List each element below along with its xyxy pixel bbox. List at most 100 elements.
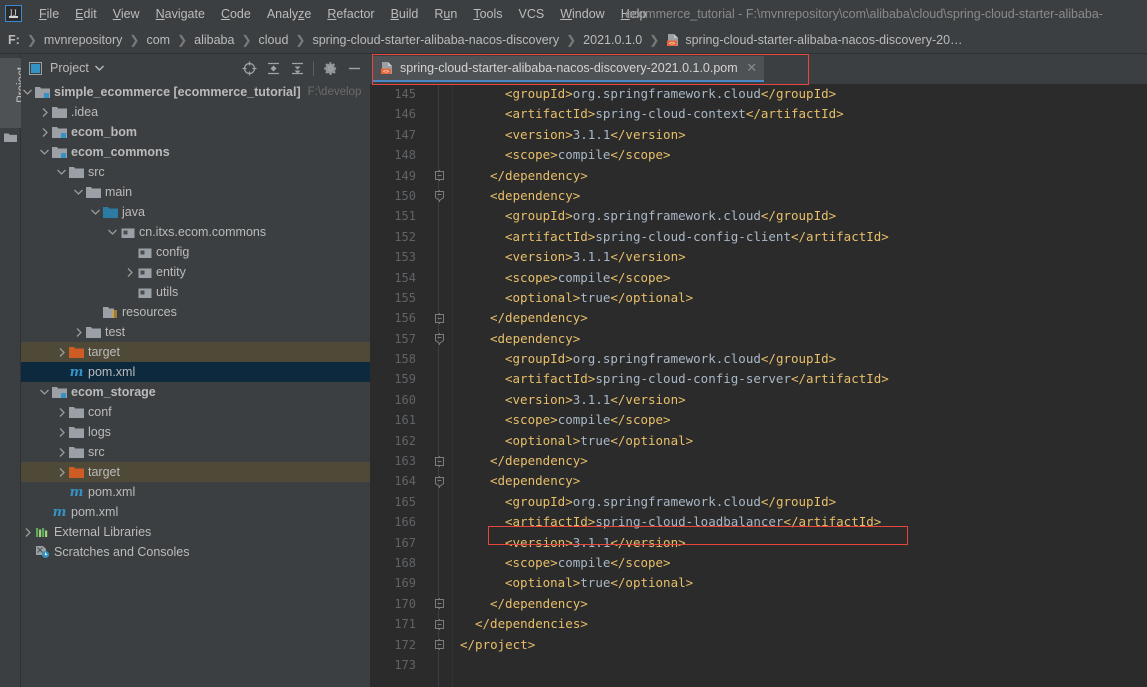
menu-item-analyze[interactable]: Analyze (259, 4, 319, 24)
scroll-from-source-icon[interactable] (239, 58, 259, 78)
tree-row-target[interactable]: target (21, 342, 370, 362)
chevron-down-icon[interactable] (94, 65, 104, 71)
tree-row-pom.xml[interactable]: m pom.xml (21, 362, 370, 382)
tree-row-main[interactable]: main (21, 182, 370, 202)
collapse-all-icon[interactable] (287, 58, 307, 78)
code-line-152[interactable]: 152 <artifactId>spring-cloud-config-clien… (370, 227, 1147, 247)
code-line-171[interactable]: 171 </dependencies> (370, 614, 1147, 634)
intellij-idea-logo-icon[interactable]: IJ (5, 5, 22, 22)
fold-start-icon[interactable] (432, 329, 446, 349)
tree-row-src[interactable]: src (21, 162, 370, 182)
tree-row-config[interactable]: config (21, 242, 370, 262)
chevron-down-icon[interactable] (72, 182, 85, 202)
chevron-down-icon[interactable] (89, 202, 102, 222)
gear-icon[interactable] (320, 58, 340, 78)
minimize-icon[interactable] (344, 58, 364, 78)
code-line-160[interactable]: 160 <version>3.1.1</version> (370, 390, 1147, 410)
code-line-167[interactable]: 167 <version>3.1.1</version> (370, 533, 1147, 553)
code-line-158[interactable]: 158 <groupId>org.springframework.cloud</g… (370, 349, 1147, 369)
chevron-right-icon[interactable] (123, 262, 136, 282)
code-editor[interactable]: 145 <groupId>org.springframework.cloud</g… (370, 84, 1147, 687)
chevron-right-icon[interactable] (55, 422, 68, 442)
project-view-selector[interactable]: Project (25, 59, 108, 77)
menu-item-code[interactable]: Code (213, 4, 259, 24)
menu-item-edit[interactable]: Edit (67, 4, 105, 24)
tree-row-conf[interactable]: conf (21, 402, 370, 422)
code-line-148[interactable]: 148 <scope>compile</scope> (370, 145, 1147, 165)
code-line-149[interactable]: 149 </dependency> (370, 166, 1147, 186)
chevron-right-icon[interactable] (55, 462, 68, 482)
tree-row-ecom_bom[interactable]: ecom_bom (21, 122, 370, 142)
chevron-right-icon[interactable] (55, 402, 68, 422)
breadcrumb-item-3[interactable]: alibaba (192, 31, 236, 49)
code-line-170[interactable]: 170 </dependency> (370, 594, 1147, 614)
code-line-151[interactable]: 151 <groupId>org.springframework.cloud</g… (370, 206, 1147, 226)
tree-row-pom.xml[interactable]: m pom.xml (21, 502, 370, 522)
breadcrumb-item-0[interactable]: F: (6, 31, 22, 49)
tree-row-.idea[interactable]: .idea (21, 102, 370, 122)
chevron-down-icon[interactable] (21, 82, 34, 102)
tool-tab-project[interactable]: Project (0, 58, 28, 128)
tree-row-test[interactable]: test (21, 322, 370, 342)
code-line-162[interactable]: 162 <optional>true</optional> (370, 431, 1147, 451)
menu-item-navigate[interactable]: Navigate (148, 4, 213, 24)
tree-row-ecom_commons[interactable]: ecom_commons (21, 142, 370, 162)
code-line-161[interactable]: 161 <scope>compile</scope> (370, 410, 1147, 430)
fold-end-icon[interactable] (432, 166, 446, 186)
code-line-173[interactable]: 173 (370, 655, 1147, 675)
breadcrumb-item-5[interactable]: spring-cloud-starter-alibaba-nacos-disco… (310, 31, 561, 49)
fold-end-icon[interactable] (432, 594, 446, 614)
tree-row-external-libraries[interactable]: External Libraries (21, 522, 370, 542)
breadcrumb-item-6[interactable]: 2021.0.1.0 (581, 31, 644, 49)
chevron-right-icon[interactable] (38, 102, 51, 122)
code-line-168[interactable]: 168 <scope>compile</scope> (370, 553, 1147, 573)
fold-end-icon[interactable] (432, 451, 446, 471)
tree-row-utils[interactable]: utils (21, 282, 370, 302)
code-line-166[interactable]: 166 <artifactId>spring-cloud-loadbalancer… (370, 512, 1147, 532)
tree-row-ecom_storage[interactable]: ecom_storage (21, 382, 370, 402)
tree-row-src[interactable]: src (21, 442, 370, 462)
code-line-164[interactable]: 164 <dependency> (370, 471, 1147, 491)
menu-item-view[interactable]: View (105, 4, 148, 24)
code-line-163[interactable]: 163 </dependency> (370, 451, 1147, 471)
code-line-172[interactable]: 172 </project> (370, 635, 1147, 655)
editor-tab-pom[interactable]: <> spring-cloud-starter-alibaba-nacos-di… (372, 56, 764, 82)
breadcrumb-item-2[interactable]: com (144, 31, 172, 49)
chevron-down-icon[interactable] (55, 162, 68, 182)
menu-item-file[interactable]: File (31, 4, 67, 24)
menu-item-run[interactable]: Run (426, 4, 465, 24)
menu-item-tools[interactable]: Tools (465, 4, 510, 24)
close-icon[interactable]: ✕ (746, 60, 758, 76)
code-line-155[interactable]: 155 <optional>true</optional> (370, 288, 1147, 308)
tree-row-logs[interactable]: logs (21, 422, 370, 442)
code-line-150[interactable]: 150 <dependency> (370, 186, 1147, 206)
tree-row-resources[interactable]: resources (21, 302, 370, 322)
chevron-right-icon[interactable] (21, 522, 34, 542)
breadcrumb-item-4[interactable]: cloud (257, 31, 291, 49)
menu-item-vcs[interactable]: VCS (511, 4, 553, 24)
code-line-156[interactable]: 156 </dependency> (370, 308, 1147, 328)
breadcrumb-item-1[interactable]: mvnrepository (42, 31, 125, 49)
fold-end-icon[interactable] (432, 635, 446, 655)
tree-row-java[interactable]: java (21, 202, 370, 222)
chevron-right-icon[interactable] (55, 442, 68, 462)
fold-end-icon[interactable] (432, 614, 446, 634)
code-line-154[interactable]: 154 <scope>compile</scope> (370, 268, 1147, 288)
tree-row-simple_ecommerce-ecommerce_tutorial-[interactable]: simple_ecommerce [ecommerce_tutorial] F:\… (21, 82, 370, 102)
project-tree[interactable]: simple_ecommerce [ecommerce_tutorial] F:\… (21, 82, 370, 687)
tree-row-entity[interactable]: entity (21, 262, 370, 282)
fold-start-icon[interactable] (432, 186, 446, 206)
code-line-169[interactable]: 169 <optional>true</optional> (370, 573, 1147, 593)
expand-all-icon[interactable] (263, 58, 283, 78)
code-line-165[interactable]: 165 <groupId>org.springframework.cloud</g… (370, 492, 1147, 512)
chevron-right-icon[interactable] (55, 342, 68, 362)
chevron-down-icon[interactable] (38, 382, 51, 402)
tree-row-target[interactable]: target (21, 462, 370, 482)
tree-row-cn.itxs.ecom.commons[interactable]: cn.itxs.ecom.commons (21, 222, 370, 242)
chevron-right-icon[interactable] (72, 322, 85, 342)
tree-row-pom.xml[interactable]: m pom.xml (21, 482, 370, 502)
breadcrumb-item-7[interactable]: <> spring-cloud-starter-alibaba-nacos-dis… (664, 31, 964, 49)
fold-end-icon[interactable] (432, 308, 446, 328)
code-line-153[interactable]: 153 <version>3.1.1</version> (370, 247, 1147, 267)
code-line-146[interactable]: 146 <artifactId>spring-cloud-context</art… (370, 104, 1147, 124)
